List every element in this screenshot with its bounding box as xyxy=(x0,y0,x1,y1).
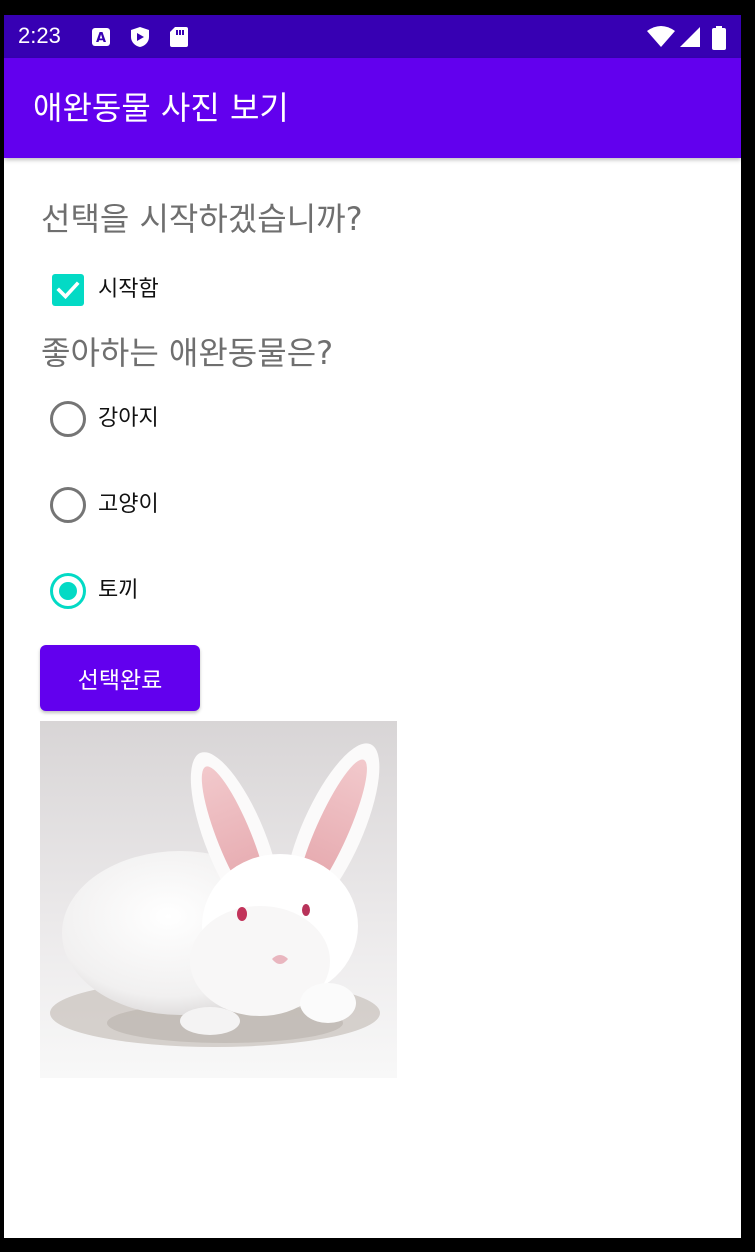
wifi-icon xyxy=(647,26,675,47)
checkbox-label: 시작함 xyxy=(98,277,159,302)
a-notification-icon: A xyxy=(92,28,110,46)
battery-icon xyxy=(712,26,726,50)
checkmark-icon xyxy=(56,281,80,300)
radio-label: 고양이 xyxy=(98,492,159,517)
status-bar: 2:23 A xyxy=(4,15,741,58)
radio-label: 강아지 xyxy=(98,406,159,431)
checkbox-checked-icon[interactable] xyxy=(52,274,84,306)
pet-question: 좋아하는 애완동물은? xyxy=(41,334,334,372)
radio-cat[interactable]: 고양이 xyxy=(50,485,159,525)
shield-play-icon xyxy=(131,27,149,47)
radio-checked-icon[interactable] xyxy=(50,573,86,609)
status-time: 2:23 xyxy=(18,23,61,48)
radio-unchecked-icon[interactable] xyxy=(50,487,86,523)
done-button[interactable]: 선택완료 xyxy=(40,645,200,711)
radio-label: 토끼 xyxy=(98,578,139,603)
app-screen: 2:23 A 애완동물 사진 보기 선택을 시작하겠습니까? 시작함 좋아하는 … xyxy=(4,15,741,1238)
radio-unchecked-icon[interactable] xyxy=(50,401,86,437)
sd-card-icon xyxy=(170,27,188,47)
radio-rabbit[interactable]: 토끼 xyxy=(50,571,138,611)
app-title: 애완동물 사진 보기 xyxy=(33,89,289,127)
radio-dog[interactable]: 강아지 xyxy=(50,399,159,439)
svg-text:A: A xyxy=(96,31,106,46)
start-checkbox[interactable]: 시작함 xyxy=(52,270,159,310)
rabbit-image xyxy=(40,721,397,1078)
start-question: 선택을 시작하겠습니까? xyxy=(41,200,363,238)
signal-icon xyxy=(680,27,700,47)
app-bar: 애완동물 사진 보기 xyxy=(4,58,741,158)
